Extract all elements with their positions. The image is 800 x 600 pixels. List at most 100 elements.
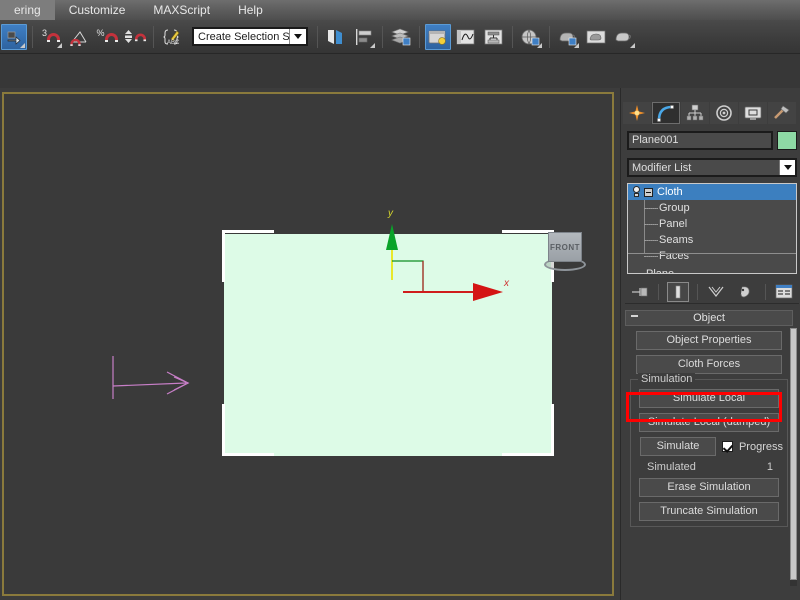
- selection-bracket: [502, 453, 554, 456]
- tab-display[interactable]: [739, 102, 767, 124]
- object-color-swatch[interactable]: [777, 131, 797, 150]
- toolbar-separator: [317, 25, 318, 48]
- modifier-list-label: Modifier List: [632, 161, 692, 174]
- stack-item-label: Panel: [659, 218, 688, 230]
- stack-subitem-faces[interactable]: Faces: [628, 248, 796, 264]
- curve-editor-icon[interactable]: [453, 24, 479, 50]
- render-setup-icon[interactable]: [555, 24, 581, 50]
- remove-modifier-icon[interactable]: [735, 282, 757, 302]
- viewport-container: y x FRONT: [0, 88, 620, 600]
- light-bulb-icon[interactable]: [631, 186, 642, 198]
- menu-rendering[interactable]: ering: [0, 0, 55, 20]
- view-cube-face-label[interactable]: FRONT: [548, 232, 582, 262]
- axis-y-label: y: [388, 208, 393, 219]
- tab-modify[interactable]: [652, 102, 680, 124]
- wind-force-gizmo[interactable]: [104, 344, 194, 406]
- toolbar-separator: [419, 25, 420, 48]
- render-production-icon[interactable]: [611, 24, 637, 50]
- chevron-down-icon[interactable]: [779, 160, 795, 175]
- separator: [696, 283, 698, 300]
- tree-tick: [644, 208, 658, 209]
- chevron-down-icon[interactable]: [289, 29, 306, 44]
- stack-item-label: Group: [659, 202, 690, 214]
- show-end-result-icon[interactable]: [667, 281, 690, 302]
- 3dsmax-window: ering Customize MAXScript Help 3 % ABC C…: [0, 0, 800, 600]
- stack-subitem-panel[interactable]: Panel: [628, 216, 796, 232]
- tab-hierarchy[interactable]: [681, 102, 709, 124]
- menu-customize[interactable]: Customize: [55, 0, 140, 20]
- edit-named-selection-sets-icon[interactable]: ABC: [159, 24, 185, 50]
- angle-snap-toggle-icon[interactable]: [66, 24, 92, 50]
- selection-bracket: [222, 404, 225, 456]
- rollout-container: Object Object Properties Cloth Forces Si…: [625, 310, 793, 600]
- configure-modifier-sets-icon[interactable]: [773, 282, 795, 302]
- view-cube[interactable]: FRONT: [544, 232, 586, 272]
- menu-bar: ering Customize MAXScript Help: [0, 0, 800, 20]
- toolbar-separator: [32, 25, 33, 48]
- simulation-group: Simulation Simulate Local Simulate Local…: [630, 373, 788, 527]
- stack-item-label: Cloth: [657, 186, 683, 198]
- axis-x-label: x: [504, 278, 509, 289]
- pin-stack-icon[interactable]: [629, 282, 651, 302]
- tab-utilities[interactable]: [768, 102, 796, 124]
- modifier-stack-tools: [625, 280, 799, 304]
- tab-motion[interactable]: [710, 102, 738, 124]
- selection-bracket: [551, 404, 554, 456]
- stack-item-label: Plane: [646, 268, 675, 274]
- transform-gizmo[interactable]: y x: [385, 208, 515, 310]
- object-name-field[interactable]: Plane001: [627, 131, 773, 150]
- modifier-stack[interactable]: Cloth Group Panel Seams Faces Plane: [627, 183, 797, 274]
- snaps-toggle-icon[interactable]: 3: [38, 24, 64, 50]
- tree-tick: [644, 224, 658, 225]
- command-panel-scrollbar[interactable]: [790, 328, 797, 586]
- tab-create[interactable]: [623, 102, 651, 124]
- menu-help[interactable]: Help: [224, 0, 277, 20]
- layer-manager-icon[interactable]: [388, 24, 414, 50]
- schematic-view-icon[interactable]: [481, 24, 507, 50]
- named-selection-set-combo[interactable]: Create Selection Se: [192, 27, 308, 46]
- stack-item-plane[interactable]: Plane: [628, 266, 796, 274]
- progress-label: Progress: [738, 440, 783, 453]
- tree-tick: [644, 240, 658, 241]
- rollout-header-object[interactable]: Object: [625, 310, 793, 326]
- viewport-front[interactable]: y x FRONT: [2, 92, 614, 596]
- make-unique-icon[interactable]: [705, 282, 727, 302]
- menu-maxscript[interactable]: MAXScript: [139, 0, 224, 20]
- stack-subitem-seams[interactable]: Seams: [628, 232, 796, 248]
- scrollbar-thumb[interactable]: [790, 328, 797, 580]
- simulated-row: Simulated 1: [647, 461, 773, 473]
- tree-tick: [644, 256, 658, 257]
- simulate-local-damped-button[interactable]: Simulate Local (damped): [639, 413, 779, 432]
- separator: [658, 283, 660, 300]
- percent-snap-toggle-icon[interactable]: %: [94, 24, 120, 50]
- mirror-icon[interactable]: [323, 24, 349, 50]
- align-icon[interactable]: [351, 24, 377, 50]
- simulate-button[interactable]: Simulate: [640, 437, 716, 456]
- simulate-local-button[interactable]: Simulate Local: [639, 389, 779, 408]
- toolbar-separator: [512, 25, 513, 48]
- rollout-title: Object: [693, 312, 725, 324]
- simulated-label: Simulated: [647, 461, 696, 473]
- rendered-frame-window-icon[interactable]: [583, 24, 609, 50]
- simulated-value: 1: [766, 461, 773, 473]
- progress-checkbox[interactable]: [721, 441, 733, 452]
- selection-bracket: [222, 230, 274, 233]
- cloth-forces-button[interactable]: Cloth Forces: [636, 355, 782, 374]
- object-name-row: Plane001: [627, 131, 797, 150]
- spinner-snap-toggle-icon[interactable]: [122, 24, 148, 50]
- erase-simulation-button[interactable]: Erase Simulation: [639, 478, 779, 497]
- object-properties-button[interactable]: Object Properties: [636, 331, 782, 350]
- separator: [764, 283, 766, 300]
- material-editor-icon[interactable]: [425, 23, 451, 50]
- stack-item-cloth[interactable]: Cloth: [628, 184, 796, 200]
- stack-subitem-group[interactable]: Group: [628, 200, 796, 216]
- toolbar-separator: [382, 25, 383, 48]
- stack-divider: [628, 253, 796, 254]
- collapse-icon[interactable]: [631, 315, 638, 317]
- modifier-list-dropdown[interactable]: Modifier List: [627, 158, 797, 177]
- stack-item-label: Seams: [659, 234, 694, 246]
- select-object-icon[interactable]: [1, 23, 27, 50]
- truncate-simulation-button[interactable]: Truncate Simulation: [639, 502, 779, 521]
- collapse-icon[interactable]: [644, 187, 653, 197]
- environment-icon[interactable]: [518, 24, 544, 50]
